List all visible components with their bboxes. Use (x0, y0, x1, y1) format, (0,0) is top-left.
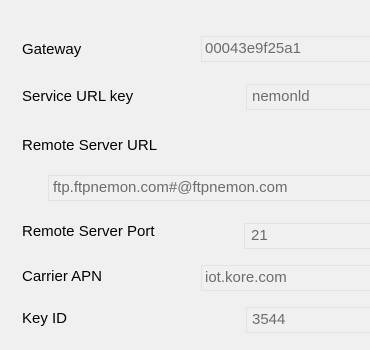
gateway-label: Gateway (22, 41, 82, 58)
remote-server-url-label: Remote Server URL (22, 137, 158, 154)
carrier-apn-label: Carrier APN (22, 268, 103, 285)
remote-server-port-label: Remote Server Port (22, 223, 155, 240)
device-settings-panel: Gateway 00043e9f25a1 Service URL key nem… (0, 0, 370, 350)
gateway-field[interactable]: 00043e9f25a1 (201, 36, 370, 62)
remote-server-url-field[interactable]: ftp.ftpnemon.com#@ftpnemon.com (48, 175, 370, 201)
remote-server-port-field[interactable]: 21 (244, 223, 370, 249)
service-url-key-label: Service URL key (22, 88, 134, 105)
service-url-key-field[interactable]: nemonld (246, 84, 370, 110)
key-id-field[interactable]: 3544 (246, 307, 370, 333)
carrier-apn-field[interactable]: iot.kore.com (201, 265, 370, 291)
key-id-label: Key ID (22, 310, 68, 327)
